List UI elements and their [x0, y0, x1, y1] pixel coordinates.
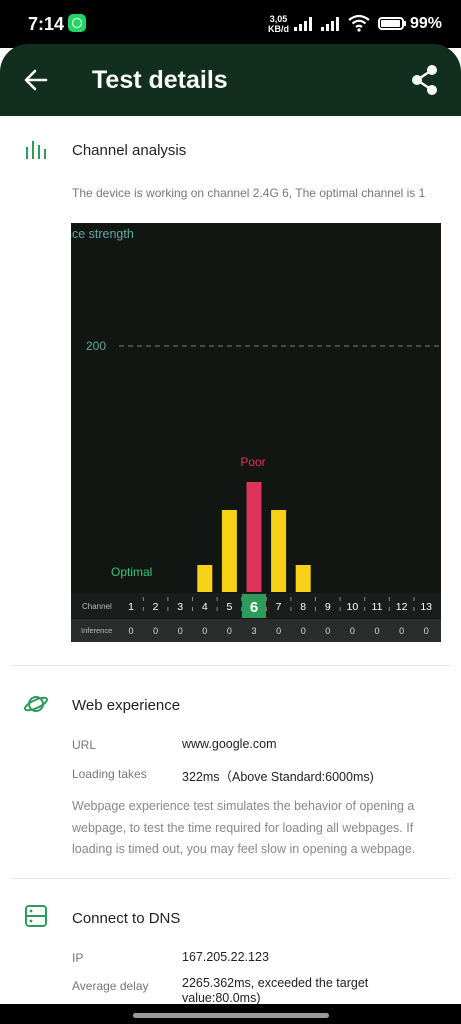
ip-label: IP: [72, 951, 84, 965]
y-axis-label: nce strength: [71, 227, 134, 241]
channel-bar-4: [197, 565, 213, 592]
ip-value: 167.205.22.123: [182, 950, 269, 964]
signal-icon: [294, 17, 312, 31]
inference-value-12: 0: [399, 626, 404, 636]
url-value: www.google.com: [182, 737, 277, 751]
inference-value-9: 0: [325, 626, 330, 636]
network-speed-value: 3,05: [269, 14, 288, 24]
server-icon: [25, 905, 47, 927]
delay-value: 2265.362ms, exceeded the target value:80…: [182, 976, 369, 1005]
section-title-dns: Connect to DNS: [72, 910, 181, 927]
channel-tick-9: 9: [325, 601, 331, 613]
section-divider: [10, 665, 451, 666]
navigation-bar: [0, 1004, 461, 1024]
inference-value-13: 0: [424, 626, 429, 636]
channel-tick-3: 3: [177, 601, 183, 613]
inference-value-3: 0: [178, 626, 183, 636]
battery-icon: [378, 17, 404, 30]
network-speed-unit: KB/d: [268, 24, 289, 34]
wifi-icon: [348, 14, 370, 32]
loading-label: Loading takes: [72, 767, 147, 781]
channel-bar-7: [271, 510, 287, 592]
battery-percent: 99%: [410, 15, 443, 32]
inference-value-7: 0: [276, 626, 281, 636]
loading-value: 322ms（Above Standard:6000ms): [182, 770, 374, 784]
inference-value-4: 0: [202, 626, 207, 636]
whatsapp-icon: [68, 14, 86, 32]
inference-value-8: 0: [301, 626, 306, 636]
channel-description: The device is working on channel 2.4G 6,…: [72, 186, 426, 200]
inference-value-11: 0: [374, 626, 379, 636]
web-experience-description: Webpage experience test simulates the be…: [72, 799, 416, 856]
optimal-annotation: Optimal: [111, 565, 152, 579]
channel-tick-5: 5: [226, 601, 232, 613]
channel-tick-11: 11: [372, 601, 383, 613]
inference-row-label: Inference: [81, 626, 112, 635]
inference-value-2: 0: [153, 626, 158, 636]
inference-value-10: 0: [350, 626, 355, 636]
channel-bar-6: [246, 482, 262, 592]
channel-tick-2: 2: [153, 601, 159, 613]
channel-tick-4: 4: [202, 601, 208, 613]
poor-annotation: Poor: [240, 455, 265, 469]
channel-tick-8: 8: [300, 601, 306, 613]
channel-row-label: Channel: [82, 602, 112, 611]
status-bar: 7:14 3,05 KB/d 99%: [0, 0, 461, 48]
channel-tick-10: 10: [347, 601, 359, 613]
channel-tick-7: 7: [276, 601, 282, 613]
home-indicator[interactable]: [133, 1013, 329, 1018]
inference-value-1: 0: [128, 626, 133, 636]
section-title-channel-analysis: Channel analysis: [72, 142, 187, 159]
signal-icon-2: [321, 17, 339, 31]
network-speed: 3,05 KB/d: [268, 14, 289, 34]
channel-tick-13: 13: [420, 601, 432, 613]
channel-tick-12: 12: [396, 601, 408, 613]
section-divider-2: [10, 878, 451, 879]
section-title-web-experience: Web experience: [72, 697, 181, 714]
bar-chart-icon: [26, 141, 46, 159]
channel-chart: nce strength 200 Poor Optimal Channel In…: [71, 223, 441, 642]
channel-bar-8: [295, 565, 311, 592]
url-label: URL: [72, 738, 97, 752]
channel-tick-1: 1: [128, 601, 134, 613]
channel-tick-6: 6: [250, 599, 258, 616]
planet-icon: [23, 696, 49, 712]
share-icon[interactable]: [410, 64, 440, 96]
reference-label: 200: [86, 339, 106, 353]
inference-value-5: 0: [227, 626, 232, 636]
status-time: 7:14: [28, 14, 65, 34]
channel-chart-svg: nce strength 200 Poor Optimal Channel In…: [71, 227, 441, 642]
inference-value-6: 3: [251, 626, 256, 636]
page-title: Test details: [92, 66, 228, 94]
app-bar: Test details: [0, 44, 461, 116]
channel-bar-5: [221, 510, 237, 592]
battery-nub: [404, 21, 406, 26]
back-arrow-icon[interactable]: [22, 66, 50, 94]
delay-label: Average delay: [72, 979, 149, 993]
